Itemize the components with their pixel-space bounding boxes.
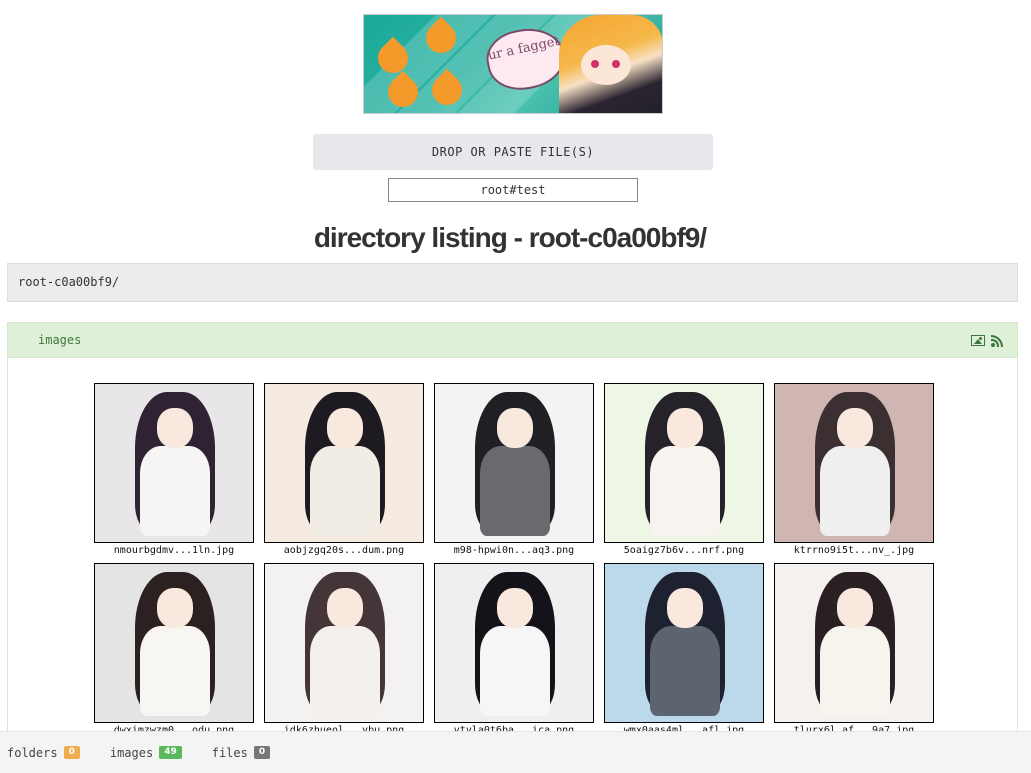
image-thumbnail[interactable]: ktrrno9i5t...nv_.jpg	[774, 383, 934, 563]
path-input[interactable]	[388, 178, 638, 202]
thumbnail-image[interactable]	[604, 563, 764, 723]
image-thumbnail[interactable]: nmourbgdmv...1ln.jpg	[94, 383, 254, 563]
image-thumbnail[interactable]: 5oaigz7b6v...nrf.png	[604, 383, 764, 563]
file-drop-zone[interactable]: DROP OR PASTE FILE(S)	[313, 134, 713, 170]
folders-count-badge: 0	[63, 746, 80, 759]
thumbnail-image[interactable]	[94, 563, 254, 723]
thumbnail-caption[interactable]: 5oaigz7b6v...nrf.png	[604, 544, 764, 558]
page-title: directory listing - root-c0a00bf9/	[313, 222, 707, 253]
image-thumbnail[interactable]: idk6zhueol...ybu.png	[264, 563, 424, 743]
thumbnail-caption[interactable]: aobjzgq20s...dum.png	[264, 544, 424, 558]
files-count-badge: 0	[253, 746, 271, 759]
image-thumbnail[interactable]: m98-hpwi0n...aq3.png	[434, 383, 594, 563]
breadcrumb-path[interactable]: root-c0a00bf9/	[18, 275, 119, 289]
panel-heading: images	[8, 323, 1017, 358]
banner-text: ur a fagget	[486, 33, 561, 64]
thumbnail-caption[interactable]: m98-hpwi0n...aq3.png	[434, 544, 594, 558]
images-count-badge: 49	[159, 746, 182, 759]
image-thumbnail[interactable]: tlurx6l_af...9a7.jpg	[774, 563, 934, 743]
site-banner: ur a fagget	[363, 14, 663, 114]
thumbnail-image[interactable]	[774, 383, 934, 543]
image-thumbnail[interactable]: vtvla0t6ba...ica.png	[434, 563, 594, 743]
image-thumbnail[interactable]: dwximzwzm0...odu.png	[94, 563, 254, 743]
footer-stats: folders 0 images 49 files 0	[0, 731, 1031, 773]
thumbnail-image[interactable]	[94, 383, 254, 543]
panel-title: images	[38, 333, 82, 347]
thumbnail-image[interactable]	[264, 563, 424, 723]
thumbnail-image[interactable]	[434, 563, 594, 723]
image-thumbnail[interactable]: aobjzgq20s...dum.png	[264, 383, 424, 563]
folders-stat: folders 0	[7, 746, 80, 760]
breadcrumb[interactable]: root-c0a00bf9/	[7, 263, 1018, 302]
thumbnail-image[interactable]	[264, 383, 424, 543]
picture-icon[interactable]	[971, 335, 985, 346]
image-thumbnail[interactable]: wmx0aas4ml...afl.jpg	[604, 563, 764, 743]
thumbnail-image[interactable]	[604, 383, 764, 543]
thumbnail-image[interactable]	[774, 563, 934, 723]
thumbnail-caption[interactable]: nmourbgdmv...1ln.jpg	[94, 544, 254, 558]
images-stat: images 49	[110, 746, 182, 760]
thumbnail-caption[interactable]: ktrrno9i5t...nv_.jpg	[774, 544, 934, 558]
thumbnail-image[interactable]	[434, 383, 594, 543]
images-panel: images nmourbgdmv...1ln.jpg aobjzgq20s...…	[7, 322, 1018, 773]
files-stat: files 0	[212, 746, 271, 760]
rss-icon[interactable]	[991, 334, 1003, 347]
